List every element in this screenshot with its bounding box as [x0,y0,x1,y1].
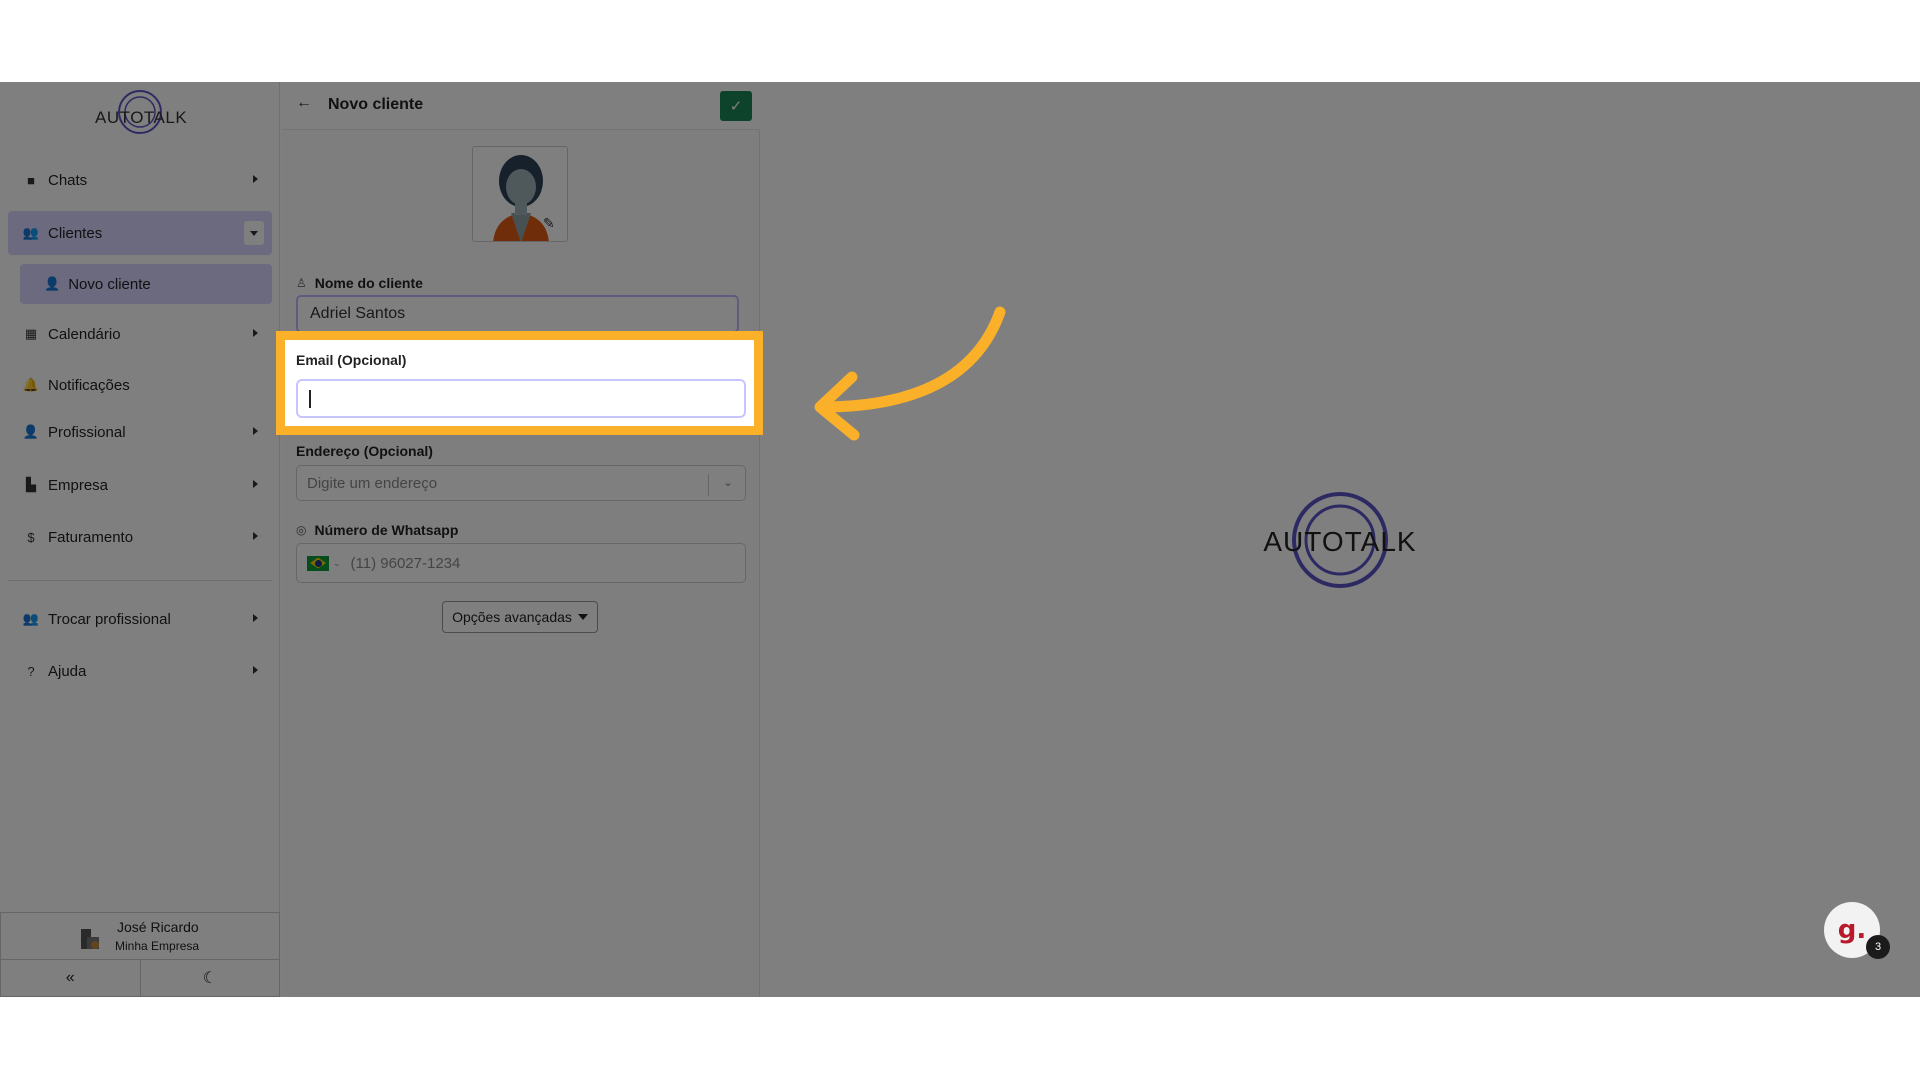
app-frame: AUTOTALK ■ Chats 👥 Clientes 👤 Novo clien… [0,82,1920,997]
email-highlight: Email (Opcional) [276,331,763,435]
pointer-arrow [814,306,1006,441]
email-label: Email (Opcional) [296,352,407,368]
tutorial-overlay [0,82,1920,997]
text-cursor [309,390,311,408]
chat-widget-logo: g. [1837,915,1867,945]
email-field[interactable] [296,379,746,418]
notification-badge: 3 [1866,935,1890,959]
